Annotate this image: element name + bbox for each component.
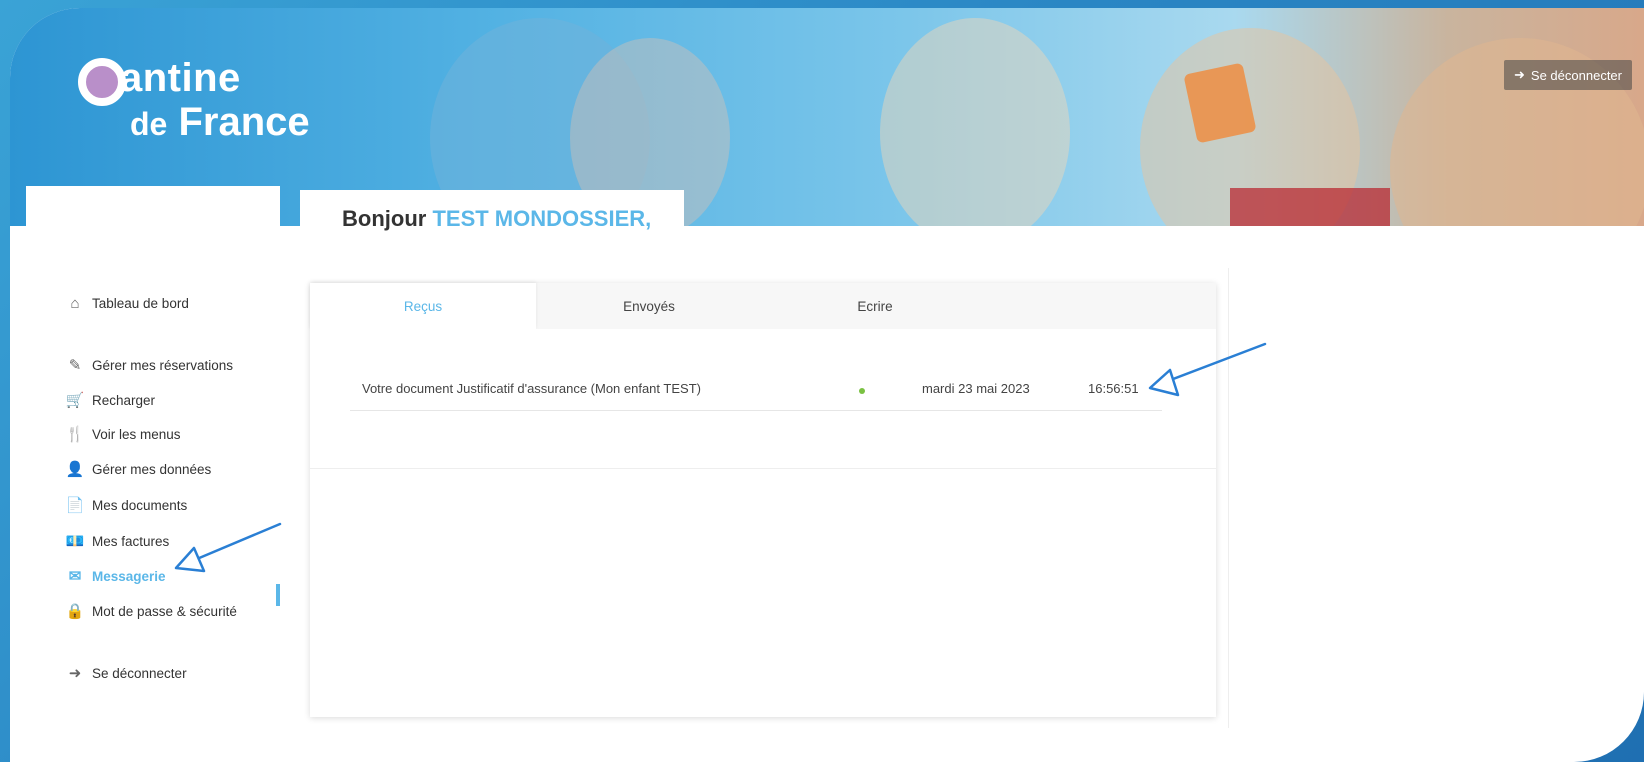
message-list: Votre document Justificatif d'assurance … [310,329,1216,469]
brand-logo[interactable]: antine de France [68,52,328,152]
sidebar-item-label: Mes documents [92,497,188,513]
sidebar-item-recharge[interactable]: 🛒 Recharger [66,391,155,409]
sidebar-item-documents[interactable]: 📄 Mes documents [65,496,188,514]
edit-icon: ✎ [68,357,82,374]
sidebar-item-label: Voir les menus [92,426,181,442]
sidebar-item-label: Gérer mes données [92,461,212,477]
tab-write[interactable]: Ecrire [762,283,988,329]
sidebar-item-label: Se déconnecter [92,665,187,681]
logo-line-2: de France [130,100,310,145]
app-frame: antine de France ➜ Se déconnecter ⌂ Tabl… [10,8,1644,762]
sidebar-item-menus[interactable]: 🍴 Voir les menus [66,425,181,443]
logo-france: France [178,100,310,144]
logo-de: de [130,106,168,142]
tab-received-label: Reçus [403,298,443,314]
message-tabs: Reçus Envoyés Ecrire [310,283,1216,329]
mail-icon: ✉ [68,568,82,585]
panel-divider [1228,268,1229,728]
message-subject: Votre document Justificatif d'assurance … [362,381,701,396]
sidebar: ⌂ Tableau de bord ✎ Gérer mes réservatio… [26,186,280,762]
message-date: mardi 23 mai 2023 [922,381,1030,396]
logout-icon: ➜ [68,665,82,682]
greeting-name: TEST MONDOSSIER, [432,206,652,231]
logo-line-1: antine [120,56,241,100]
sidebar-item-invoices[interactable]: 💶 Mes factures [65,532,170,550]
message-time: 16:56:51 [1088,381,1139,396]
header-logout-button[interactable]: ➜ Se déconnecter [1504,60,1632,90]
user-icon: 👤 [65,461,85,478]
unread-status-dot [859,388,865,394]
greeting-prefix: Bonjour [342,206,427,231]
logo-c-mark [78,58,126,106]
sidebar-item-label: Mes factures [92,533,170,549]
sidebar-item-label: Tableau de bord [92,295,189,311]
invoice-icon: 💶 [65,533,85,550]
messaging-panel: Reçus Envoyés Ecrire Votre document Just… [310,283,1216,717]
sidebar-active-indicator [276,584,280,606]
sidebar-item-label: Mot de passe & sécurité [92,603,237,619]
document-icon: 📄 [65,497,85,514]
tab-sent-label: Envoyés [623,298,675,314]
list-item[interactable]: Votre document Justificatif d'assurance … [350,369,1162,411]
sidebar-item-label: Recharger [92,392,156,408]
sidebar-item-logout[interactable]: ➜ Se déconnecter [66,664,187,682]
sidebar-item-label: Messagerie [92,568,166,584]
logout-icon: ➜ [1514,67,1525,82]
sidebar-item-messagerie[interactable]: ✉ Messagerie [66,567,166,585]
lock-icon: 🔒 [65,603,85,620]
cutlery-icon: 🍴 [65,426,85,443]
sidebar-item-reservations[interactable]: ✎ Gérer mes réservations [66,356,233,374]
sidebar-item-label: Gérer mes réservations [92,357,234,373]
tab-write-label: Ecrire [857,298,893,314]
tab-sent[interactable]: Envoyés [536,283,762,329]
sidebar-item-dashboard[interactable]: ⌂ Tableau de bord [66,294,189,312]
header-logout-label: Se déconnecter [1530,67,1622,83]
tab-received[interactable]: Reçus [310,283,536,329]
greeting-header: Bonjour TEST MONDOSSIER, [300,190,684,246]
cart-icon: 🛒 [65,392,85,409]
home-icon: ⌂ [70,294,80,312]
sidebar-item-data[interactable]: 👤 Gérer mes données [65,460,212,478]
sidebar-item-security[interactable]: 🔒 Mot de passe & sécurité [66,602,237,620]
